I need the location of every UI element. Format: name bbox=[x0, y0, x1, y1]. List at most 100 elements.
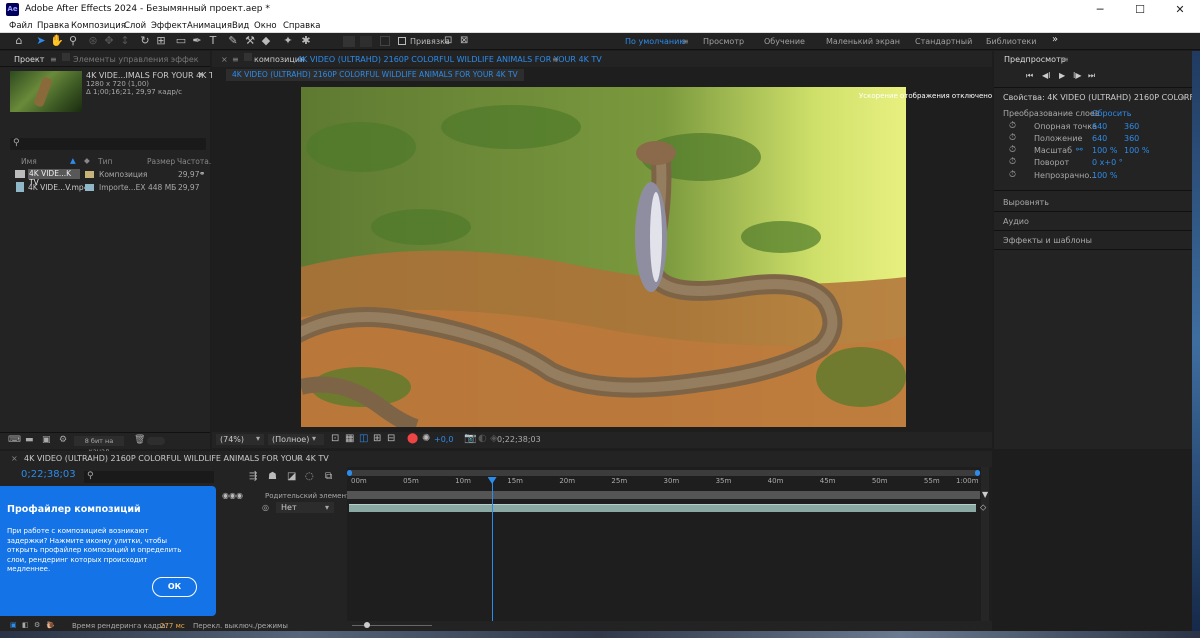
toggle-switch[interactable] bbox=[147, 437, 165, 445]
reset-link[interactable]: Сбросить bbox=[1092, 109, 1131, 118]
mask-icon[interactable]: ◫ bbox=[359, 433, 368, 444]
table-row[interactable]: 4K VIDE...V.mp4 Importe...EX 448 МБ 29,9… bbox=[14, 182, 210, 193]
align-section[interactable]: Выровнять bbox=[1003, 198, 1049, 207]
pen-tool-icon[interactable]: ✒ bbox=[190, 34, 204, 48]
shy-icon[interactable]: ☗ bbox=[268, 471, 277, 482]
close-tab-icon[interactable]: × bbox=[11, 454, 18, 463]
col-size[interactable]: Размер bbox=[147, 157, 175, 166]
pan-tool-icon[interactable]: ✥ bbox=[102, 34, 116, 48]
stopwatch-icon[interactable]: ⏱ bbox=[1009, 157, 1016, 167]
menu-composition[interactable]: Композиция bbox=[71, 21, 126, 31]
snapshot-icon[interactable]: ◐ bbox=[478, 433, 487, 444]
workspace-libraries[interactable]: Библиотеки bbox=[986, 37, 1036, 46]
graph-editor-icon[interactable]: ⧉ bbox=[325, 471, 332, 482]
workspace-review[interactable]: Просмотр bbox=[703, 37, 744, 46]
prop-scale-y[interactable]: 100 % bbox=[1124, 146, 1149, 155]
flowchart-icon[interactable]: ⚭ bbox=[199, 169, 205, 178]
link-icon[interactable]: ⚯ bbox=[1076, 145, 1083, 154]
stopwatch-icon[interactable]: ⏱ bbox=[1009, 133, 1016, 143]
pan-behind-icon[interactable]: ⊞ bbox=[154, 34, 168, 48]
play-button[interactable]: ▶ bbox=[1059, 71, 1065, 80]
clone-stamp-icon[interactable]: ⚒ bbox=[243, 34, 257, 48]
orbit-tool-icon[interactable]: ⊛ bbox=[86, 34, 100, 48]
workspace-learn[interactable]: Обучение bbox=[764, 37, 805, 46]
menu-edit[interactable]: Правка bbox=[37, 21, 69, 31]
effects-presets-section[interactable]: Эффекты и шаблоны bbox=[1003, 236, 1092, 245]
toggle-icon-3[interactable] bbox=[380, 36, 390, 46]
workspace-menu-icon[interactable]: ≡ bbox=[682, 37, 689, 46]
workspace-default[interactable]: По умолчанию bbox=[625, 37, 686, 46]
stopwatch-icon[interactable]: ⏱ bbox=[1009, 170, 1016, 180]
timeline-ruler-area[interactable]: 00m 05m 10m 15m 20m 25m 30m 35m 40m 45m 50m 55m 1:00… bbox=[347, 467, 992, 621]
dolly-tool-icon[interactable]: ↕ bbox=[118, 34, 132, 48]
home-icon[interactable]: ⌂ bbox=[12, 34, 26, 48]
prop-position-y[interactable]: 360 bbox=[1124, 134, 1139, 143]
comp-subtab[interactable]: 4K VIDEO (ULTRAHD) 2160P COLORFUL WILDLI… bbox=[226, 69, 524, 81]
exposure-value[interactable]: +0,0 bbox=[434, 435, 453, 444]
tab-project[interactable]: Проект bbox=[14, 55, 44, 64]
eraser-tool-icon[interactable]: ◆ bbox=[259, 34, 273, 48]
lock-icon[interactable] bbox=[62, 53, 70, 61]
snail-icon[interactable]: 🐌 bbox=[46, 621, 55, 629]
close-button[interactable]: ✕ bbox=[1160, 1, 1200, 18]
timeline-timecode[interactable]: 0;22;38;03 bbox=[21, 469, 76, 480]
brush-tool-icon[interactable]: ✎ bbox=[226, 34, 240, 48]
toggle-switches-label[interactable]: Перекл. выключ./режимы bbox=[193, 622, 288, 630]
maximize-button[interactable]: ☐ bbox=[1120, 1, 1160, 18]
menu-icon[interactable]: ≡ bbox=[232, 55, 239, 64]
menu-icon[interactable]: ≡ bbox=[552, 55, 559, 64]
layer-bar[interactable] bbox=[349, 504, 976, 512]
status-switch-icon[interactable]: ⚙ bbox=[34, 621, 40, 629]
prev-frame-button[interactable]: ◀I bbox=[1042, 71, 1051, 80]
col-type[interactable]: Тип bbox=[98, 157, 112, 166]
col-fps[interactable]: Частота... bbox=[177, 157, 216, 166]
workspace-more-icon[interactable]: » bbox=[1052, 34, 1058, 45]
zoom-slider[interactable] bbox=[352, 622, 432, 628]
table-row[interactable]: 4K VIDE...K TV Композиция 29,97 ⚭ bbox=[14, 169, 210, 187]
chevron-down-icon[interactable]: ▾ bbox=[325, 503, 329, 512]
menu-icon[interactable]: ≡ bbox=[1180, 93, 1187, 102]
grid-icon[interactable]: ⊞ bbox=[373, 433, 381, 444]
new-folder-icon[interactable]: ▬ bbox=[25, 435, 34, 445]
solo-icon[interactable]: ◉◉◉ bbox=[222, 491, 243, 500]
label-icon[interactable]: ◆ bbox=[84, 156, 90, 165]
chevron-down-icon[interactable]: ▾ bbox=[199, 70, 203, 79]
menu-window[interactable]: Окно bbox=[254, 21, 277, 31]
prop-opacity[interactable]: 100 % bbox=[1092, 171, 1117, 180]
menu-icon[interactable]: ≡ bbox=[1062, 55, 1069, 64]
menu-file[interactable]: Файл bbox=[9, 21, 32, 31]
workspace-small-screen[interactable]: Маленький экран bbox=[826, 37, 900, 46]
menu-animation[interactable]: Анимация bbox=[187, 21, 232, 31]
first-frame-button[interactable]: ⏮ bbox=[1026, 71, 1033, 81]
prop-anchor-x[interactable]: 640 bbox=[1092, 122, 1107, 131]
camera-icon[interactable]: 📷 bbox=[464, 433, 476, 444]
stopwatch-icon[interactable]: ⏱ bbox=[1009, 145, 1016, 155]
tab-effects-controls[interactable]: Элементы управления эффек bbox=[73, 55, 209, 64]
stopwatch-icon[interactable]: ⏱ bbox=[1009, 121, 1016, 131]
chevron-down-icon[interactable]: ▾ bbox=[256, 434, 260, 443]
workspace-standard[interactable]: Стандартный bbox=[915, 37, 972, 46]
transparency-grid-icon[interactable]: ▦ bbox=[345, 433, 354, 444]
bpc-button[interactable]: 8 бит на канал bbox=[74, 436, 124, 455]
ok-button[interactable]: ОК bbox=[152, 577, 197, 597]
audio-section[interactable]: Аудио bbox=[1003, 217, 1029, 226]
guides-icon[interactable]: ⊟ bbox=[387, 433, 395, 444]
prop-scale-x[interactable]: 100 % bbox=[1092, 146, 1117, 155]
work-area-bar[interactable] bbox=[347, 470, 980, 476]
roto-brush-icon[interactable]: ✦ bbox=[281, 34, 295, 48]
col-name[interactable]: Имя bbox=[21, 157, 37, 166]
menu-icon[interactable]: ≡ bbox=[50, 55, 57, 64]
search-input[interactable]: ⚲ bbox=[10, 138, 206, 150]
timeline-tab[interactable]: 4K VIDEO (ULTRAHD) 2160P COLORFUL WILDLI… bbox=[24, 454, 329, 463]
new-composition-icon[interactable]: ▣ bbox=[42, 435, 51, 445]
menu-view[interactable]: Вид bbox=[232, 21, 249, 31]
snap-checkbox[interactable] bbox=[398, 37, 406, 45]
rotate-tool-icon[interactable]: ↻ bbox=[138, 34, 152, 48]
toggle-icon-2[interactable] bbox=[360, 36, 372, 47]
status-comp-icon[interactable]: ▣ bbox=[10, 621, 17, 629]
color-management-icon[interactable]: ✺ bbox=[422, 433, 430, 444]
chevron-down-icon[interactable]: ▾ bbox=[312, 434, 316, 443]
puppet-pin-icon[interactable]: ✱ bbox=[299, 34, 313, 48]
interpret-footage-icon[interactable]: ⌨ bbox=[8, 435, 21, 445]
comp-timecode[interactable]: 0;22;38;03 bbox=[497, 435, 541, 444]
